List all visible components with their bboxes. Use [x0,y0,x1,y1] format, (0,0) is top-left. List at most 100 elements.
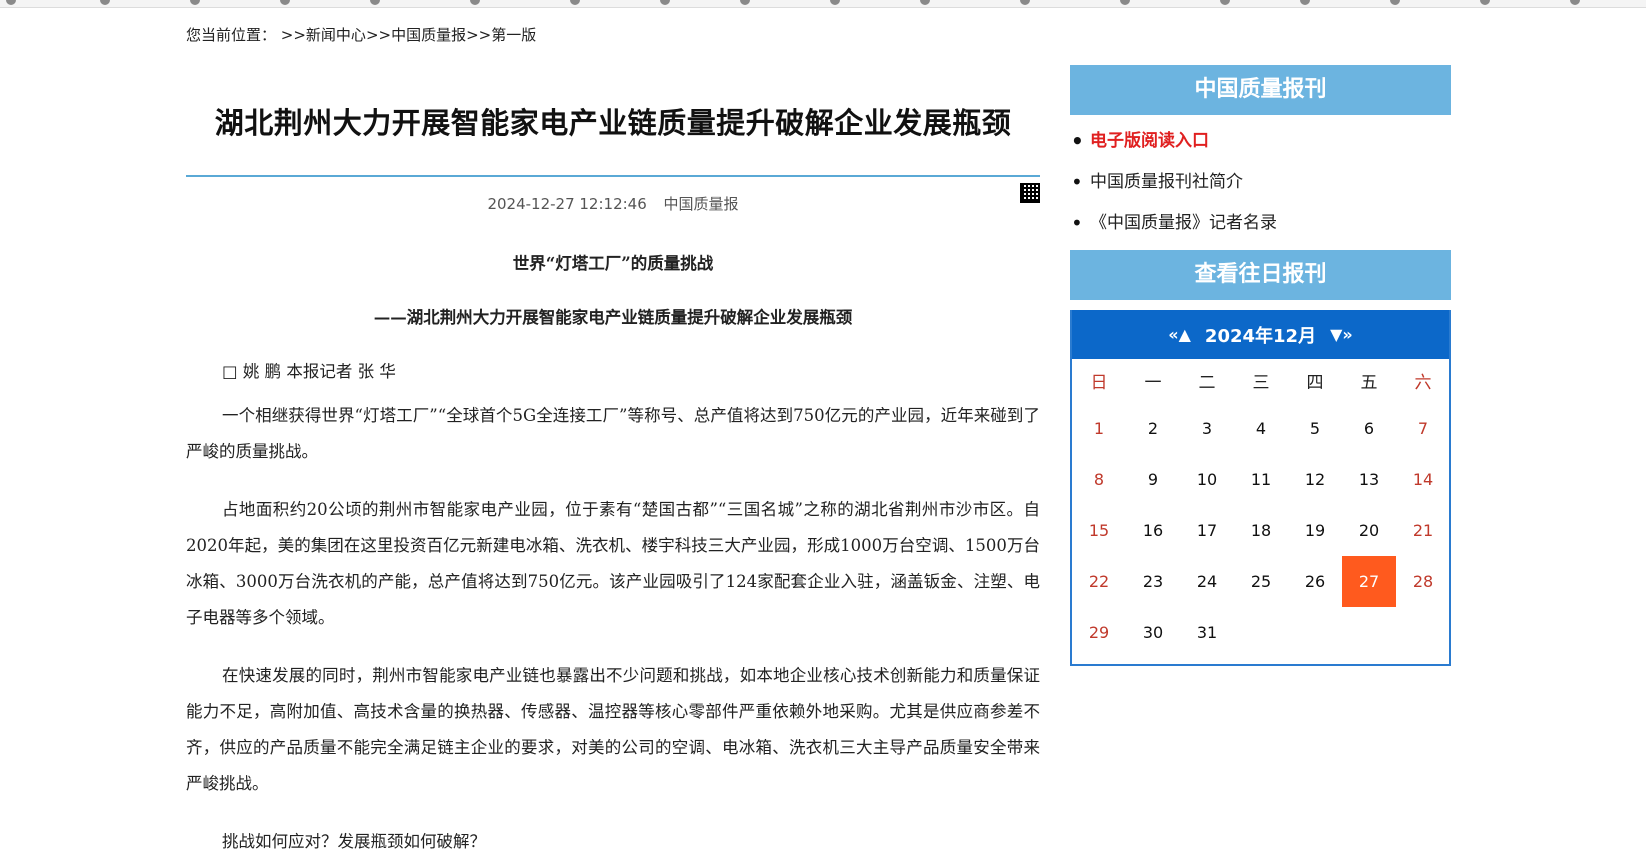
bookmark-icon [190,0,200,5]
archive-calendar: «▲ 2024年12月 ▼» 日一二三四五六 1 2 3 4 5 6 7 8 9 10 11 12 13 1… [1070,310,1451,666]
bookmark-item[interactable] [740,0,750,6]
bookmark-icon [100,0,110,5]
article-source: 中国质量报 [663,195,739,213]
bookmark-item[interactable] [920,0,930,6]
bookmark-item[interactable] [1300,0,1310,6]
calendar-day[interactable]: 9 [1126,454,1180,505]
bookmark-item[interactable] [1220,0,1230,6]
qr-code-icon[interactable] [1020,183,1040,203]
article-subtitle: 世界“灯塔工厂”的质量挑战 [512,254,714,273]
article-paragraph: 在快速发展的同时，荆州市智能家电产业链也暴露出不少问题和挑战，如本地企业核心技术… [186,666,1040,793]
calendar-day[interactable]: 14 [1396,454,1450,505]
calendar-day[interactable]: 8 [1072,454,1126,505]
bookmark-item[interactable] [190,0,200,6]
bookmark-item[interactable] [370,0,380,6]
calendar-day[interactable]: 18 [1234,505,1288,556]
sidebar-item-intro[interactable]: 中国质量报刊社简介 [1070,162,1451,203]
article-paragraph: 挑战如何应对？发展瓶颈如何破解？ [222,832,486,850]
calendar-day[interactable]: 2 [1126,403,1180,454]
calendar-day[interactable]: 21 [1396,505,1450,556]
weekday-header: 五 [1360,373,1378,393]
bookmark-item[interactable] [570,0,580,6]
breadcrumb-prefix: 您当前位置： [186,26,277,44]
bookmark-icon [370,0,380,5]
calendar-day[interactable]: 26 [1288,556,1342,607]
bookmark-icon [1570,0,1580,5]
bookmark-item[interactable] [1570,0,1580,6]
calendar-day[interactable]: 12 [1288,454,1342,505]
calendar-day[interactable]: 7 [1396,403,1450,454]
calendar-day[interactable]: 11 [1234,454,1288,505]
reporter-list-link[interactable]: 《中国质量报》记者名录 [1090,213,1277,233]
calendar-day[interactable]: 3 [1180,403,1234,454]
calendar-day[interactable]: 23 [1126,556,1180,607]
bookmark-item[interactable] [280,0,290,6]
bookmark-item[interactable] [1020,0,1030,6]
calendar-day[interactable]: 17 [1180,505,1234,556]
calendar-day[interactable]: 4 [1234,403,1288,454]
bookmark-icon [1020,0,1030,5]
bookmark-item[interactable] [660,0,670,6]
breadcrumb-item-news-center[interactable]: >>新闻中心 [281,24,366,45]
sidebar-item-e-edition[interactable]: 电子版阅读入口 [1070,121,1451,162]
breadcrumb: 您当前位置： >>新闻中心>>中国质量报>>第一版 [186,24,536,45]
bookmark-item[interactable] [6,0,16,6]
breadcrumb-item-first-page[interactable]: >>第一版 [466,24,536,45]
calendar-day[interactable]: 29 [1072,607,1126,658]
sidebar-heading-newspaper: 中国质量报刊 [1070,65,1451,115]
bookmark-icon [920,0,930,5]
calendar-day[interactable]: 13 [1342,454,1396,505]
calendar-day[interactable]: 10 [1180,454,1234,505]
bookmark-item[interactable] [1390,0,1400,6]
weekday-header: 三 [1252,373,1270,393]
bookmark-icon [660,0,670,5]
bookmark-item[interactable] [830,0,840,6]
next-month-button[interactable]: ▼» [1330,325,1353,344]
calendar-day[interactable]: 20 [1342,505,1396,556]
calendar-day[interactable]: 25 [1234,556,1288,607]
bookmark-item[interactable] [100,0,110,6]
bookmark-item[interactable] [1480,0,1490,6]
weekday-header: 四 [1306,373,1324,393]
article-meta: 2024-12-27 12:12:46 中国质量报 [186,193,1040,214]
calendar-day[interactable]: 19 [1288,505,1342,556]
e-edition-link[interactable]: 电子版阅读入口 [1090,131,1209,151]
calendar-day[interactable]: 31 [1180,607,1234,658]
calendar-day[interactable]: 28 [1396,556,1450,607]
prev-month-button[interactable]: «▲ [1168,325,1191,344]
calendar-day[interactable]: 16 [1126,505,1180,556]
calendar-grid: 日一二三四五六 1 2 3 4 5 6 7 8 9 10 11 12 13 14 15 16 17 18 19 20 21… [1072,359,1449,664]
article-date: 2024-12-27 12:12:46 [487,195,647,213]
calendar-day-selected[interactable]: 27 [1342,556,1396,607]
calendar-day[interactable]: 15 [1072,505,1126,556]
weekday-header: 六 [1414,373,1432,393]
article-title: 湖北荆州大力开展智能家电产业链质量提升破解企业发展瓶颈 [214,106,1012,140]
calendar-header: «▲ 2024年12月 ▼» [1072,310,1449,359]
breadcrumb-item-china-quality-news[interactable]: >>中国质量报 [366,24,466,45]
press-intro-link[interactable]: 中国质量报刊社简介 [1090,172,1243,192]
bookmark-item[interactable] [1120,0,1130,6]
bookmark-icon [1220,0,1230,5]
bookmark-icon [1480,0,1490,5]
title-divider [186,175,1040,177]
calendar-day[interactable]: 6 [1342,403,1396,454]
sidebar-item-reporters[interactable]: 《中国质量报》记者名录 [1070,203,1451,244]
calendar-day[interactable]: 30 [1126,607,1180,658]
bookmark-icon [280,0,290,5]
bookmark-icon [1120,0,1130,5]
bookmark-icon [740,0,750,5]
article-subtitle-secondary: ——湖北荆州大力开展智能家电产业链质量提升破解企业发展瓶颈 [373,308,853,327]
article-paragraph: 占地面积约20公顷的荆州市智能家电产业园，位于素有“楚国古都”“三国名城”之称的… [186,500,1040,627]
calendar-day[interactable]: 5 [1288,403,1342,454]
weekday-header: 一 [1144,373,1162,393]
calendar-month-label: 2024年12月 [1204,325,1317,347]
weekday-header: 二 [1198,373,1216,393]
calendar-day[interactable]: 1 [1072,403,1126,454]
bookmark-icon [1300,0,1310,5]
calendar-day[interactable]: 24 [1180,556,1234,607]
bookmark-item[interactable] [470,0,480,6]
article-byline: □ 姚 鹏 本报记者 张 华 [222,362,396,381]
bookmarks-bar [0,0,1646,8]
bookmark-icon [1390,0,1400,5]
calendar-day[interactable]: 22 [1072,556,1126,607]
